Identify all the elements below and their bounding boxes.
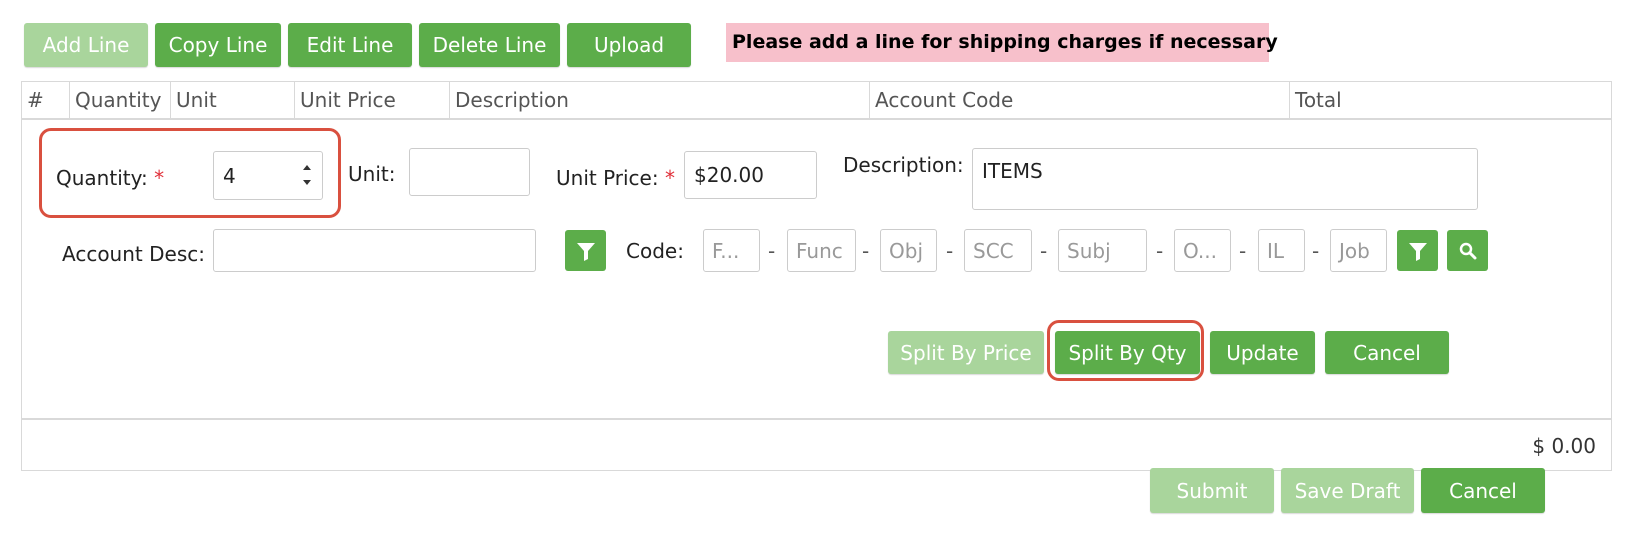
unit-input[interactable] <box>409 148 530 196</box>
submit-button[interactable]: Submit <box>1150 468 1274 513</box>
code-separator: - <box>1040 239 1048 263</box>
split-by-qty-highlight <box>1047 320 1204 381</box>
code-job-input[interactable]: Job <box>1330 229 1387 272</box>
add-line-button[interactable]: Add Line <box>24 23 148 67</box>
copy-line-button[interactable]: Copy Line <box>155 23 281 67</box>
code-search-button[interactable] <box>1447 230 1488 271</box>
column-header-total[interactable]: Total <box>1289 82 1611 118</box>
grid-header: # Quantity Unit Unit Price Description A… <box>22 82 1611 120</box>
column-header-account-code[interactable]: Account Code <box>869 82 1289 118</box>
column-header-number[interactable]: # <box>22 82 69 118</box>
split-by-price-button[interactable]: Split By Price <box>888 331 1044 374</box>
account-desc-input[interactable] <box>213 229 536 272</box>
grid-total-row: $ 0.00 <box>22 422 1611 470</box>
delete-line-button[interactable]: Delete Line <box>419 23 560 67</box>
column-header-unit-price[interactable]: Unit Price <box>294 82 449 118</box>
upload-button[interactable]: Upload <box>567 23 691 67</box>
code-func-input[interactable]: Func <box>787 229 856 272</box>
code-separator: - <box>1239 239 1247 263</box>
code-separator: - <box>768 239 776 263</box>
column-header-quantity[interactable]: Quantity <box>69 82 170 118</box>
unit-price-label: Unit Price: * <box>556 166 675 190</box>
code-separator: - <box>862 239 870 263</box>
update-button[interactable]: Update <box>1210 331 1315 374</box>
account-filter-button[interactable] <box>565 230 606 271</box>
search-icon <box>1459 242 1476 259</box>
description-label: Description: <box>843 153 964 177</box>
code-scc-input[interactable]: SCC <box>964 229 1032 272</box>
code-label: Code: <box>626 239 684 263</box>
quantity-highlight <box>39 128 341 218</box>
unit-label: Unit: <box>348 162 396 186</box>
code-separator: - <box>1312 239 1320 263</box>
save-draft-button[interactable]: Save Draft <box>1281 468 1414 513</box>
grid-total-value: $ 0.00 <box>1532 434 1596 458</box>
column-header-description[interactable]: Description <box>449 82 869 118</box>
shipping-notice: Please add a line for shipping charges i… <box>726 23 1278 62</box>
line-cancel-button[interactable]: Cancel <box>1325 331 1449 374</box>
description-textarea[interactable]: ITEMS <box>972 148 1478 210</box>
code-fund-input[interactable]: F... <box>703 229 760 272</box>
code-separator: - <box>946 239 954 263</box>
code-subj-input[interactable]: Subj <box>1058 229 1147 272</box>
code-il-input[interactable]: IL <box>1258 229 1305 272</box>
code-obj-input[interactable]: Obj <box>880 229 937 272</box>
filter-icon <box>576 242 595 261</box>
account-desc-label: Account Desc: <box>62 242 205 266</box>
code-o-input[interactable]: O... <box>1174 229 1231 272</box>
code-filter-button[interactable] <box>1397 230 1438 271</box>
cancel-button[interactable]: Cancel <box>1421 468 1545 513</box>
edit-line-button[interactable]: Edit Line <box>288 23 412 67</box>
unit-price-input[interactable]: $20.00 <box>684 151 817 199</box>
filter-icon <box>1408 242 1427 261</box>
code-separator: - <box>1156 239 1164 263</box>
column-header-unit[interactable]: Unit <box>170 82 294 118</box>
